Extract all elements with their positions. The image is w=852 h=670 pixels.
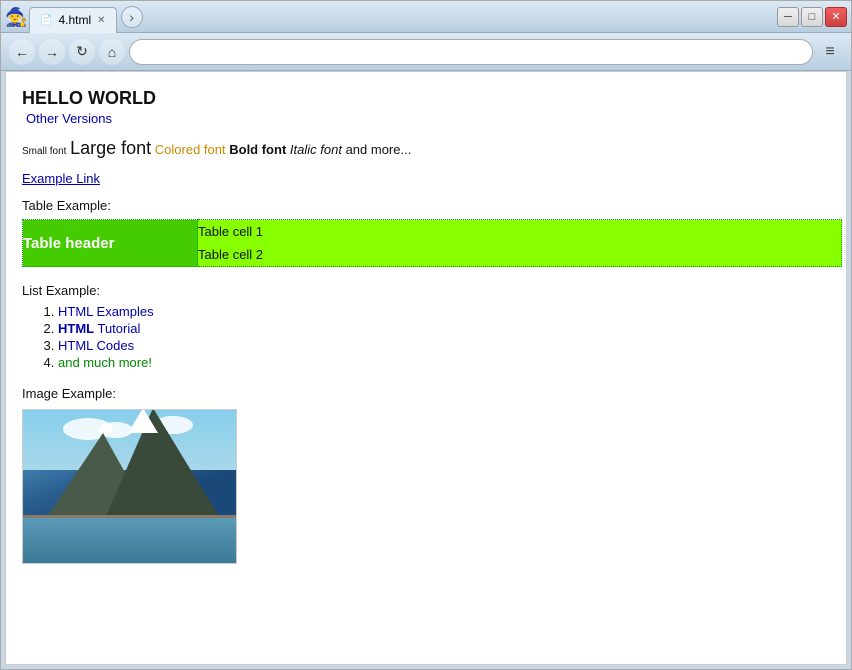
minimize-button[interactable]: ─ <box>777 7 799 27</box>
address-bar[interactable] <box>129 39 813 65</box>
home-button[interactable]: ⌂ <box>99 39 125 65</box>
table-header-cell: Table header <box>23 220 198 267</box>
navigation-bar: ← → ↻ ⌂ ≡ <box>1 33 851 71</box>
colored-font-text: Colored font <box>155 142 226 157</box>
page-heading: HELLO WORLD <box>22 88 830 109</box>
list-link-1[interactable]: HTML Examples <box>58 304 154 319</box>
list-item: and much more! <box>58 355 830 370</box>
address-input[interactable] <box>140 44 802 59</box>
forward-button[interactable]: → <box>39 39 65 65</box>
maximize-button[interactable]: □ <box>801 7 823 27</box>
large-font-text: Large font <box>70 138 151 158</box>
font-more-text: and more... <box>346 142 412 157</box>
ordered-list: HTML Examples HTML Tutorial HTML Codes a… <box>58 304 830 370</box>
bold-font-text: Bold font <box>229 142 286 157</box>
table-cell-1: Table cell 1 <box>198 220 841 243</box>
list-item: HTML Examples <box>58 304 830 319</box>
example-link[interactable]: Example Link <box>22 171 830 186</box>
tab-favicon: 📄 <box>40 15 52 26</box>
list-example-label: List Example: <box>22 283 830 298</box>
close-button[interactable]: ✕ <box>825 7 847 27</box>
browser-icon: 🧙 <box>5 7 25 27</box>
list-link-2[interactable]: HTML Tutorial <box>58 321 140 336</box>
reload-button[interactable]: ↻ <box>69 39 95 65</box>
other-versions-link[interactable]: Other Versions <box>22 111 830 126</box>
small-font-text: Small font <box>22 146 66 157</box>
tab-close-button[interactable]: ✕ <box>97 15 105 26</box>
table-cells-column: Table cell 1 Table cell 2 <box>198 220 842 267</box>
table-example-label: Table Example: <box>22 198 830 213</box>
list-link-3[interactable]: HTML Codes <box>58 338 134 353</box>
example-table: Table header Table cell 1 Table cell 2 <box>22 219 842 267</box>
mountain-image <box>22 409 237 564</box>
list-item: HTML Tutorial <box>58 321 830 336</box>
title-bar: 🧙 📄 4.html ✕ › ─ □ ✕ <box>1 1 851 33</box>
italic-font-text: Italic font <box>290 142 342 157</box>
mountain-right <box>103 409 223 523</box>
water <box>23 518 236 563</box>
font-examples: Small font Large font Colored font Bold … <box>22 138 830 159</box>
content-area: HELLO WORLD Other Versions Small font La… <box>5 71 847 665</box>
window-controls: ─ □ ✕ <box>777 7 847 27</box>
browser-window: 🧙 📄 4.html ✕ › ─ □ ✕ ← → ↻ ⌂ ≡ HELLO WOR… <box>0 0 852 670</box>
browser-tab[interactable]: 📄 4.html ✕ <box>29 7 117 33</box>
table-row: Table header Table cell 1 Table cell 2 <box>23 220 842 267</box>
list-item-4: and much more! <box>58 355 152 370</box>
list-item: HTML Codes <box>58 338 830 353</box>
new-tab-button[interactable]: › <box>121 6 143 28</box>
back-button[interactable]: ← <box>9 39 35 65</box>
mountain-snow <box>128 409 158 433</box>
tab-title: 4.html <box>58 13 91 27</box>
menu-button[interactable]: ≡ <box>817 39 843 65</box>
table-cell-2: Table cell 2 <box>198 243 841 266</box>
image-example-label: Image Example: <box>22 386 830 401</box>
title-bar-left: 🧙 📄 4.html ✕ › <box>5 1 777 33</box>
